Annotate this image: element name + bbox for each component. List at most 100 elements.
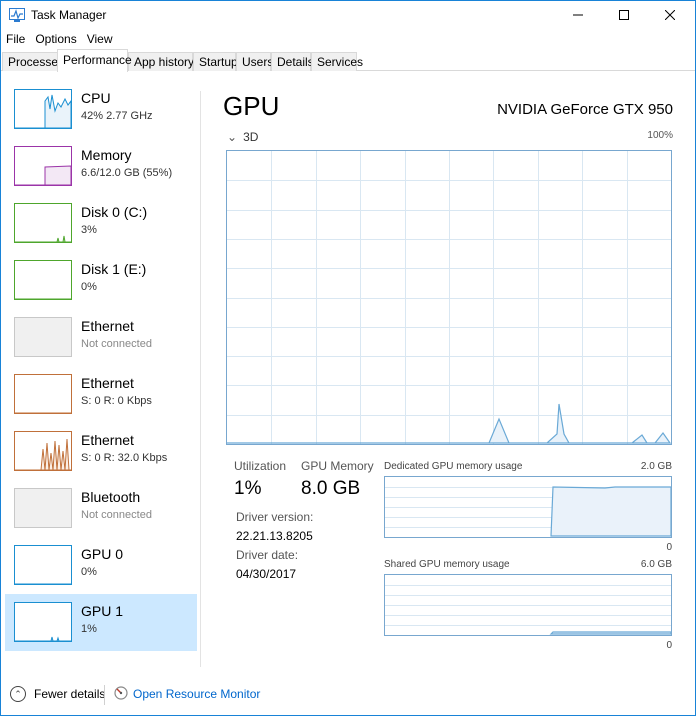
sidebar-item-name: CPU	[81, 90, 111, 106]
thumbnail-graph-svg	[15, 94, 71, 128]
sidebar-item-detail: 3%	[81, 224, 97, 236]
thumbnail-graph-line	[15, 636, 71, 641]
minimize-button[interactable]	[555, 1, 601, 29]
sidebar-thumbnail-graph	[14, 146, 72, 186]
sidebar-thumbnail-graph	[14, 488, 72, 528]
thumbnail-graph-svg	[15, 298, 71, 299]
tab-app-history[interactable]: App history	[128, 52, 194, 71]
engine-name: 3D	[243, 130, 259, 144]
close-button[interactable]	[647, 1, 693, 29]
sidebar-item-gpu-1-9[interactable]: GPU 1 1%	[5, 594, 197, 651]
sidebar-item-name: Disk 1 (E:)	[81, 261, 147, 277]
maximize-button[interactable]	[601, 1, 647, 29]
chevron-down-icon: ⌄	[227, 130, 238, 144]
task-manager-app-icon	[9, 8, 25, 22]
sidebar-item-cpu-0[interactable]: CPU 42% 2.77 GHz	[5, 81, 197, 138]
tab-users[interactable]: Users	[236, 52, 273, 71]
shared-memory-graph-svg	[385, 585, 672, 635]
shared-memory-usage-line	[549, 631, 672, 635]
resource-monitor-icon[interactable]	[114, 686, 128, 700]
sidebar-item-ethernet-6[interactable]: Ethernet S: 0 R: 32.0 Kbps	[5, 423, 197, 480]
gpu-model-name: NVIDIA GeForce GTX 950	[497, 101, 673, 118]
gpu-detail-panel: GPU NVIDIA GeForce GTX 950 ⌄ 3D 100% Util…	[201, 71, 695, 671]
shared-memory-graph	[384, 574, 672, 636]
sidebar-item-name: Ethernet	[81, 432, 134, 448]
thumbnail-graph-line	[15, 438, 71, 470]
sidebar-item-disk-0-c-2[interactable]: Disk 0 (C:) 3%	[5, 195, 197, 252]
sidebar-thumbnail-graph	[14, 89, 72, 129]
sidebar-item-detail: Not connected	[81, 338, 152, 350]
engine-selector[interactable]: ⌄ 3D	[227, 130, 258, 144]
thumbnail-graph-line	[15, 94, 71, 128]
sidebar-item-name: Ethernet	[81, 318, 134, 334]
sidebar-item-name: Ethernet	[81, 375, 134, 391]
gpu-memory-label: GPU Memory	[301, 459, 374, 473]
thumbnail-graph-line	[15, 165, 71, 185]
sidebar-item-detail: S: 0 R: 32.0 Kbps	[81, 452, 168, 464]
tab-strip: Processes Performance App history Startu…	[1, 49, 695, 72]
utilization-value: 1%	[234, 478, 262, 499]
title-bar[interactable]: Task Manager	[1, 1, 695, 29]
sidebar-item-ethernet-5[interactable]: Ethernet S: 0 R: 0 Kbps	[5, 366, 197, 423]
sidebar-thumbnail-graph	[14, 431, 72, 471]
sidebar-thumbnail-graph	[14, 374, 72, 414]
maximize-icon	[619, 10, 629, 20]
open-resource-monitor-link[interactable]: Open Resource Monitor	[133, 687, 260, 701]
shared-memory-min: 0	[666, 640, 672, 651]
tab-processes[interactable]: Processes	[2, 52, 64, 71]
gpu-3d-usage-line	[227, 403, 672, 444]
tab-performance[interactable]: Performance	[57, 49, 132, 72]
menu-bar: File Options View	[1, 29, 695, 49]
window-title: Task Manager	[31, 8, 107, 22]
resource-list: CPU 42% 2.77 GHz Memory 6.6/12.0 GB (55%) Di…	[5, 81, 197, 651]
minimize-icon	[573, 14, 583, 16]
tab-details[interactable]: Details	[271, 52, 314, 71]
tab-services[interactable]: Services	[311, 52, 363, 71]
sidebar-item-detail: 42% 2.77 GHz	[81, 110, 153, 122]
shared-memory-max: 6.0 GB	[640, 559, 672, 570]
sidebar-item-gpu-0-8[interactable]: GPU 0 0%	[5, 537, 197, 594]
menu-view[interactable]: View	[82, 32, 118, 46]
sidebar-item-name: Bluetooth	[81, 489, 141, 505]
tab-startup[interactable]: Startup	[193, 52, 238, 71]
gpu-memory-value: 8.0 GB	[301, 478, 361, 499]
menu-options[interactable]: Options	[30, 32, 81, 46]
sidebar-item-detail: 1%	[81, 623, 97, 635]
sidebar-item-name: Memory	[81, 147, 132, 163]
sidebar-item-detail: S: 0 R: 0 Kbps	[81, 395, 152, 407]
sidebar-item-name: GPU 1	[81, 603, 124, 619]
dedicated-memory-label: Dedicated GPU memory usage	[384, 461, 523, 472]
gpu-3d-graph	[226, 150, 672, 445]
shared-memory-label: Shared GPU memory usage	[384, 559, 510, 570]
sidebar-thumbnail-graph	[14, 203, 72, 243]
thumbnail-graph-svg	[15, 165, 71, 185]
sidebar-item-ethernet-4[interactable]: Ethernet Not connected	[5, 309, 197, 366]
sidebar-thumbnail-graph	[14, 545, 72, 585]
graph-max-label: 100%	[647, 130, 673, 141]
thumbnail-graph-svg	[15, 636, 71, 641]
dedicated-memory-usage-line	[550, 486, 672, 537]
dedicated-memory-min: 0	[666, 542, 672, 553]
close-icon	[665, 10, 675, 20]
sidebar-item-detail: 0%	[81, 566, 97, 578]
sidebar-item-memory-1[interactable]: Memory 6.6/12.0 GB (55%)	[5, 138, 197, 195]
sidebar-item-bluetooth-7[interactable]: Bluetooth Not connected	[5, 480, 197, 537]
page-title: GPU	[223, 91, 280, 121]
sidebar-item-name: GPU 0	[81, 546, 124, 562]
sidebar-thumbnail-graph	[14, 602, 72, 642]
dedicated-memory-graph	[384, 476, 672, 538]
chevron-up-icon[interactable]: ⌃	[10, 686, 26, 702]
sidebar-thumbnail-graph	[14, 317, 72, 357]
thumbnail-graph-svg	[15, 412, 71, 413]
sidebar-item-detail: 0%	[81, 281, 97, 293]
sidebar-item-disk-1-e-3[interactable]: Disk 1 (E:) 0%	[5, 252, 197, 309]
thumbnail-graph-svg	[15, 438, 71, 470]
dedicated-memory-max: 2.0 GB	[640, 461, 672, 472]
sidebar-item-name: Disk 0 (C:)	[81, 204, 148, 220]
sidebar-thumbnail-graph	[14, 260, 72, 300]
fewer-details-button[interactable]: Fewer details	[34, 687, 105, 701]
task-manager-window: Task Manager File Options View Processes…	[0, 0, 696, 716]
menu-file[interactable]: File	[1, 32, 30, 46]
driver-date-value: 04/30/2017	[236, 567, 297, 581]
driver-version-label: Driver version:	[236, 510, 314, 524]
